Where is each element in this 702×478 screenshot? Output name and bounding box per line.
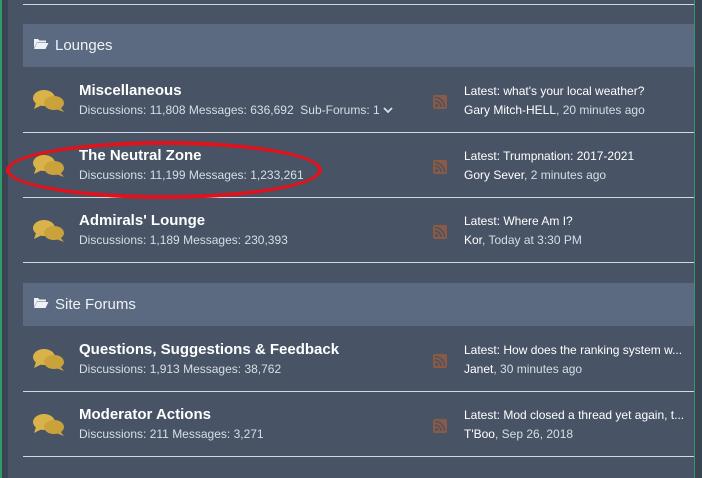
latest-time[interactable]: Sep 26, 2018 [502, 427, 573, 441]
forum-title-link[interactable]: The Neutral Zone [79, 147, 202, 164]
folder-open-icon [33, 37, 49, 54]
forum-row-admirals-lounge: Admirals' Lounge Discussions: 1,189 Mess… [23, 198, 694, 263]
chat-bubbles-icon [32, 412, 66, 443]
category-header-site-forums[interactable]: Site Forums [23, 283, 694, 326]
forum-title-link[interactable]: Questions, Suggestions & Feedback [79, 341, 339, 358]
latest-meta: Janet, 30 minutes ago [464, 362, 583, 376]
chevron-down-icon [383, 106, 393, 117]
rss-icon[interactable] [433, 225, 447, 244]
latest-time[interactable]: Today at 3:30 PM [488, 233, 581, 247]
forum-stats: Discussions: 211 Messages: 3,271 [79, 427, 264, 441]
folder-open-icon [33, 296, 49, 313]
chat-bubbles-icon [32, 347, 66, 378]
latest-user-link[interactable]: Janet [464, 362, 493, 376]
rss-icon[interactable] [433, 95, 447, 114]
rss-icon[interactable] [433, 160, 447, 179]
forum-stats: Discussions: 1,913 Messages: 38,762 [79, 362, 282, 376]
top-divider [23, 4, 694, 5]
latest-meta: Kor, Today at 3:30 PM [464, 233, 582, 247]
forum-row-neutral-zone: The Neutral Zone Discussions: 11,199 Mes… [23, 133, 694, 198]
forum-title-link[interactable]: Admirals' Lounge [79, 212, 205, 229]
rss-icon[interactable] [433, 419, 447, 438]
forum-title-link[interactable]: Moderator Actions [79, 406, 211, 423]
latest-time[interactable]: 30 minutes ago [500, 362, 582, 376]
latest-meta: Gary Mitch-HELL, 20 minutes ago [464, 103, 645, 117]
forum-row-questions-suggestions: Questions, Suggestions & Feedback Discus… [23, 327, 694, 392]
forum-stats: Discussions: 1,189 Messages: 230,393 [79, 233, 288, 247]
category-header-lounges[interactable]: Lounges [23, 24, 694, 67]
forum-title-link[interactable]: Miscellaneous [79, 82, 182, 99]
forum-stats: Discussions: 11,199 Messages: 1,233,261 [79, 168, 304, 182]
forum-row-miscellaneous: Miscellaneous Discussions: 11,808 Messag… [23, 68, 694, 133]
latest-time[interactable]: 20 minutes ago [563, 103, 645, 117]
chat-bubbles-icon [32, 153, 66, 184]
latest-user-link[interactable]: Gary Mitch-HELL [464, 103, 556, 117]
forum-row-moderator-actions: Moderator Actions Discussions: 211 Messa… [23, 392, 694, 457]
chat-bubbles-icon [32, 88, 66, 119]
latest-meta: T'Boo, Sep 26, 2018 [464, 427, 574, 441]
latest-user-link[interactable]: Kor [464, 233, 482, 247]
latest-thread-link[interactable]: Latest: what's your local weather? [464, 84, 689, 98]
latest-thread-link[interactable]: Latest: Where Am I? [464, 214, 689, 228]
forum-stats: Discussions: 11,808 Messages: 636,692 Su… [79, 103, 393, 117]
rss-icon[interactable] [433, 354, 447, 373]
latest-thread-link[interactable]: Latest: Mod closed a thread yet again, t… [464, 408, 689, 422]
right-accent-border [694, 0, 702, 478]
latest-thread-link[interactable]: Latest: How does the ranking system w... [464, 343, 689, 357]
category-title[interactable]: Lounges [55, 37, 113, 54]
subforums-toggle[interactable]: Sub-Forums: 1 [300, 103, 393, 117]
latest-time[interactable]: 2 minutes ago [531, 168, 606, 182]
category-title[interactable]: Site Forums [55, 296, 136, 313]
left-accent-border [0, 0, 2, 478]
latest-user-link[interactable]: T'Boo [464, 427, 495, 441]
latest-user-link[interactable]: Gory Sever [464, 168, 524, 182]
latest-thread-link[interactable]: Latest: Trumpnation: 2017-2021 [464, 149, 689, 163]
latest-meta: Gory Sever, 2 minutes ago [464, 168, 607, 182]
chat-bubbles-icon [32, 218, 66, 249]
